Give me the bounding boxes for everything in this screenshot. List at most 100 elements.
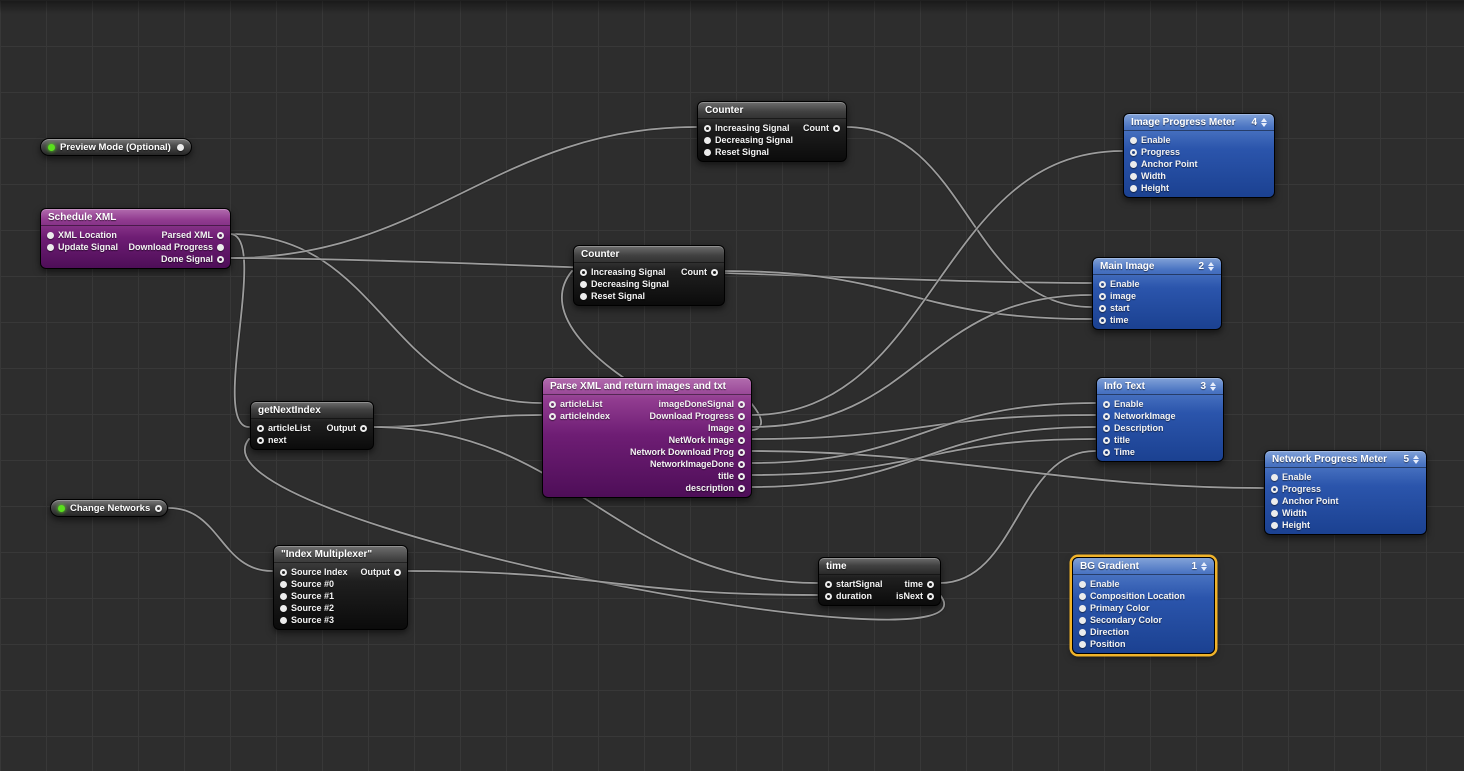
node-title-bar[interactable]: Schedule XML xyxy=(41,209,230,226)
port-in-source-0[interactable] xyxy=(280,581,287,588)
port-in-reset-signal[interactable] xyxy=(704,149,711,156)
port-in-anchor-point[interactable] xyxy=(1271,498,1278,505)
port-in-startsignal[interactable] xyxy=(825,581,832,588)
port-in-position[interactable] xyxy=(1079,641,1086,648)
node-title-bar[interactable]: Counter xyxy=(698,102,846,119)
wire-schedule-xml-to-counter-1[interactable] xyxy=(230,127,696,258)
port-in-start[interactable] xyxy=(1099,305,1106,312)
port-in-increasing-signal[interactable] xyxy=(704,125,711,132)
node-schedule-xml[interactable]: Schedule XMLXML LocationParsed XMLUpdate… xyxy=(40,208,231,269)
node-title-bar[interactable]: Network Progress Meter5 xyxy=(1265,451,1426,468)
port-in-width[interactable] xyxy=(1130,173,1137,180)
node-title-bar[interactable]: Parse XML and return images and txt xyxy=(543,378,751,395)
port-out-out[interactable] xyxy=(155,505,162,512)
port-in-width[interactable] xyxy=(1271,510,1278,517)
port-in-time[interactable] xyxy=(1099,317,1106,324)
port-in-decreasing-signal[interactable] xyxy=(580,281,587,288)
port-out-time[interactable] xyxy=(927,581,934,588)
node-main-image[interactable]: Main Image2Enableimagestarttime xyxy=(1092,257,1222,330)
port-in-time[interactable] xyxy=(1103,449,1110,456)
port-in-source-index[interactable] xyxy=(280,569,287,576)
port-out-download-progress[interactable] xyxy=(217,244,224,251)
port-out-parsed-xml[interactable] xyxy=(217,232,224,239)
node-parse-xml[interactable]: Parse XML and return images and txtartic… xyxy=(542,377,752,498)
node-bg-gradient[interactable]: BG Gradient1EnableComposition LocationPr… xyxy=(1072,557,1215,654)
port-out-done-signal[interactable] xyxy=(217,256,224,263)
port-in-networkimage[interactable] xyxy=(1103,413,1110,420)
layer-stepper-icon[interactable] xyxy=(1208,262,1214,271)
node-change-networks[interactable]: Change Networks xyxy=(50,499,168,517)
port-out-count[interactable] xyxy=(711,269,718,276)
node-title-bar[interactable]: Image Progress Meter4 xyxy=(1124,114,1274,131)
node-get-next-index[interactable]: getNextIndexarticleListOutputnext xyxy=(250,401,374,450)
port-out-description[interactable] xyxy=(738,485,745,492)
port-in-reset-signal[interactable] xyxy=(580,293,587,300)
port-in-articlelist[interactable] xyxy=(257,425,264,432)
wire-index-multiplexer-to-time[interactable] xyxy=(407,571,817,595)
port-in-enable[interactable] xyxy=(1079,581,1086,588)
node-title-bar[interactable]: BG Gradient1 xyxy=(1073,558,1214,575)
layer-stepper-icon[interactable] xyxy=(1201,562,1207,571)
port-in-decreasing-signal[interactable] xyxy=(704,137,711,144)
port-in-progress[interactable] xyxy=(1130,149,1137,156)
port-in-next[interactable] xyxy=(257,437,264,444)
port-out-output[interactable] xyxy=(394,569,401,576)
port-in-progress[interactable] xyxy=(1271,486,1278,493)
layer-stepper-icon[interactable] xyxy=(1413,455,1419,464)
node-title-bar[interactable]: Info Text3 xyxy=(1097,378,1223,395)
port-in-update-signal[interactable] xyxy=(47,244,54,251)
node-title-bar[interactable]: "Index Multiplexer" xyxy=(274,546,407,563)
port-in-enable[interactable] xyxy=(1099,281,1106,288)
node-title-bar[interactable]: Main Image2 xyxy=(1093,258,1221,275)
node-title-bar[interactable]: getNextIndex xyxy=(251,402,373,419)
port-out-download-progress[interactable] xyxy=(738,413,745,420)
node-image-progress-meter[interactable]: Image Progress Meter4EnableProgressAncho… xyxy=(1123,113,1275,198)
node-counter-2[interactable]: CounterIncreasing SignalCountDecreasing … xyxy=(573,245,725,306)
node-index-multiplexer[interactable]: "Index Multiplexer"Source IndexOutputSou… xyxy=(273,545,408,630)
port-out-network-image[interactable] xyxy=(738,437,745,444)
node-preview-mode[interactable]: Preview Mode (Optional) xyxy=(40,138,192,156)
node-counter-1[interactable]: CounterIncreasing SignalCountDecreasing … xyxy=(697,101,847,162)
port-in-title[interactable] xyxy=(1103,437,1110,444)
node-time[interactable]: timestartSignaltimedurationisNext xyxy=(818,557,941,606)
layer-stepper-icon[interactable] xyxy=(1210,382,1216,391)
graph-canvas[interactable]: Preview Mode (Optional) Schedule XMLXML L… xyxy=(0,0,1464,771)
port-in-enable[interactable] xyxy=(1130,137,1137,144)
port-in-source-3[interactable] xyxy=(280,617,287,624)
wire-change-networks-to-index-multiplexer[interactable] xyxy=(169,508,272,571)
node-info-text[interactable]: Info Text3EnableNetworkImageDescriptiont… xyxy=(1096,377,1224,462)
port-in-height[interactable] xyxy=(1130,185,1137,192)
port-in-direction[interactable] xyxy=(1079,629,1086,636)
port-in-anchor-point[interactable] xyxy=(1130,161,1137,168)
port-out-networkimagedone[interactable] xyxy=(738,461,745,468)
port-out-imagedonesignal[interactable] xyxy=(738,401,745,408)
port-in-image[interactable] xyxy=(1099,293,1106,300)
node-network-progress-meter[interactable]: Network Progress Meter5EnableProgressAnc… xyxy=(1264,450,1427,535)
port-out-out[interactable] xyxy=(177,144,184,151)
node-title-bar[interactable]: time xyxy=(819,558,940,575)
port-in-duration[interactable] xyxy=(825,593,832,600)
port-out-network-download-prog[interactable] xyxy=(738,449,745,456)
port-out-isnext[interactable] xyxy=(927,593,934,600)
wire-schedule-xml-to-get-next-index[interactable] xyxy=(230,234,249,427)
port-in-description[interactable] xyxy=(1103,425,1110,432)
port-in-source-2[interactable] xyxy=(280,605,287,612)
port-in-xml-location[interactable] xyxy=(47,232,54,239)
port-in-increasing-signal[interactable] xyxy=(580,269,587,276)
port-out-image[interactable] xyxy=(738,425,745,432)
node-title-bar[interactable]: Counter xyxy=(574,246,724,263)
port-in-enable[interactable] xyxy=(1103,401,1110,408)
port-in-articleindex[interactable] xyxy=(549,413,556,420)
port-in-primary-color[interactable] xyxy=(1079,605,1086,612)
wire-parse-xml-to-info-text[interactable] xyxy=(751,415,1095,439)
port-in-secondary-color[interactable] xyxy=(1079,617,1086,624)
port-out-title[interactable] xyxy=(738,473,745,480)
port-out-count[interactable] xyxy=(833,125,840,132)
port-in-composition-location[interactable] xyxy=(1079,593,1086,600)
port-in-articlelist[interactable] xyxy=(549,401,556,408)
port-out-output[interactable] xyxy=(360,425,367,432)
port-in-height[interactable] xyxy=(1271,522,1278,529)
wire-parse-xml-to-info-text[interactable] xyxy=(751,403,1095,463)
port-in-enable[interactable] xyxy=(1271,474,1278,481)
port-in-source-1[interactable] xyxy=(280,593,287,600)
